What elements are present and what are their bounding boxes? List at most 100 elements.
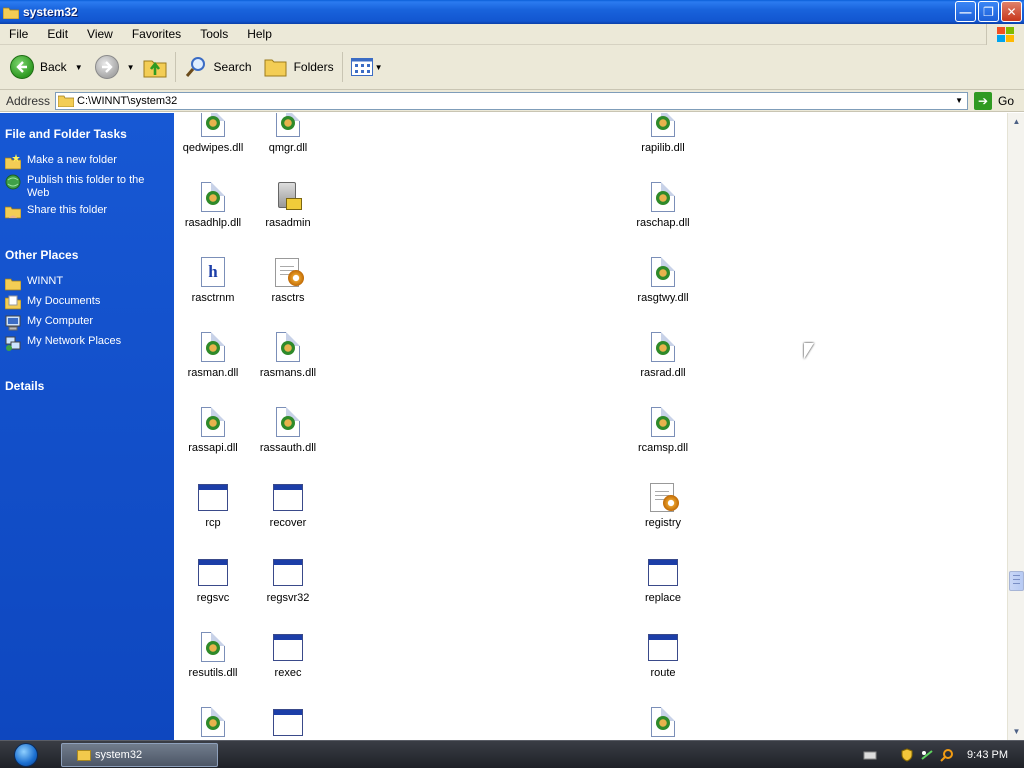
file-name: recover [269,517,307,529]
file-item[interactable]: replace [618,557,708,604]
exe-file-icon [272,557,304,589]
other-places-header[interactable]: Other Places [5,248,78,262]
file-item[interactable]: registry [618,482,708,529]
place-label: My Computer [27,315,94,327]
file-name: rexec [274,667,302,679]
dll-file-icon [272,407,304,439]
go-button[interactable]: ➔ Go [974,91,1015,110]
dll-file-icon [197,632,229,664]
up-folder-button[interactable] [139,51,171,83]
menu-bar: File Edit View Favorites Tools Help [0,24,1024,45]
file-item[interactable]: rasrad.dll [618,332,708,379]
folder-icon [77,749,91,761]
file-item[interactable]: RpcNPA.dll [618,707,708,740]
views-dropdown-icon[interactable]: ▼ [375,63,383,72]
dll-file-icon [197,182,229,214]
start-button[interactable] [6,742,46,768]
task-share-folder[interactable]: Share this folder [5,204,167,220]
minimize-button[interactable]: — [955,1,976,22]
file-item[interactable]: route [618,632,708,679]
file-item[interactable]: rasgtwy.dll [618,257,708,304]
file-list[interactable]: qedwipes.dll rasadhlp.dll h rasctrnm rasman.… [174,113,1007,740]
my-documents-icon [5,295,21,310]
scroll-thumb[interactable] [1009,571,1024,591]
file-item[interactable]: rasctrs [243,257,333,304]
file-item[interactable]: rapilib.dll [618,113,708,154]
place-my-network[interactable]: My Network Places [5,335,167,351]
toolbar-separator [341,52,343,82]
file-item[interactable]: recover [243,482,333,529]
file-item[interactable]: rexec [243,632,333,679]
task-make-new-folder[interactable]: Make a new folder [5,154,167,170]
vertical-scrollbar[interactable]: ▲ ▼ [1007,113,1024,740]
menu-favorites[interactable]: Favorites [122,27,190,41]
address-input[interactable]: C:\WINNT\system32 ▼ [55,91,969,110]
file-name: route [650,667,676,679]
menu-file[interactable]: File [0,27,37,41]
maximize-button[interactable]: ❐ [978,1,999,22]
file-item[interactable]: rasmans.dll [243,332,333,379]
place-my-documents[interactable]: My Documents [5,295,167,311]
dll-file-icon [647,182,679,214]
dll-file-icon [647,407,679,439]
security-shield-icon[interactable] [900,747,914,762]
place-winnt[interactable]: WINNT [5,275,167,291]
folders-label: Folders [293,60,334,74]
place-label: My Documents [27,295,101,307]
menu-view[interactable]: View [77,27,122,41]
admin-file-icon [272,182,304,214]
file-item[interactable]: raschap.dll [618,182,708,229]
file-item[interactable]: rasadmin [243,182,333,229]
menu-help[interactable]: Help [237,27,281,41]
system-tray: 9:43 PM [860,741,1024,768]
file-name: regsvr32 [266,592,310,604]
start-orb-icon [14,743,38,767]
close-button[interactable]: ✕ [1001,1,1022,22]
address-value: C:\WINNT\system32 [77,94,178,107]
menu-tools[interactable]: Tools [190,27,237,41]
folder-icon [5,278,21,291]
search-tray-icon[interactable] [940,748,954,762]
exe-file-icon [272,632,304,664]
back-button[interactable]: Back ▼ [6,51,87,83]
network-places-icon [5,336,21,351]
scroll-up-arrow[interactable]: ▲ [1010,115,1023,128]
file-name: rasctrs [271,292,305,304]
file-name: rasgtwy.dll [637,292,689,304]
file-item[interactable]: qmgr.dll [243,113,333,154]
folders-icon [264,59,287,77]
share-folder-icon [5,206,21,219]
back-dropdown-icon[interactable]: ▼ [75,63,83,72]
clock[interactable]: 9:43 PM [967,749,1008,761]
taskbar-window-button[interactable]: system32 [61,743,218,767]
exe-file-icon [197,557,229,589]
title-bar[interactable]: system32 — ❐ ✕ [0,0,1024,24]
network-icon[interactable] [920,748,934,762]
dll-file-icon [647,707,679,739]
views-button[interactable]: ▼ [347,51,387,83]
search-button[interactable]: Search [180,51,256,83]
file-name: registry [644,517,682,529]
file-item[interactable]: rcamsp.dll [618,407,708,454]
file-folder-tasks-header[interactable]: File and Folder Tasks [5,127,127,141]
views-icon [350,58,373,76]
file-item[interactable]: regsvr32 [243,557,333,604]
go-label: Go [998,93,1015,108]
forward-button[interactable]: ▼ [91,51,139,83]
dll-file-icon [272,113,304,139]
details-header[interactable]: Details [5,379,44,393]
file-item[interactable]: rassauth.dll [243,407,333,454]
address-dropdown-icon[interactable]: ▼ [951,93,967,109]
scroll-down-arrow[interactable]: ▼ [1010,725,1023,738]
file-item[interactable]: routemon [243,707,333,740]
forward-dropdown-icon[interactable]: ▼ [127,63,135,72]
file-name: rasrad.dll [640,367,686,379]
place-label: My Network Places [27,335,122,347]
task-publish-folder[interactable]: Publish this folder to the Web [5,174,167,200]
keyboard-icon[interactable] [863,748,877,762]
folders-button[interactable]: Folders [260,51,338,83]
my-computer-icon [5,315,21,331]
file-name: qmgr.dll [268,142,308,154]
menu-edit[interactable]: Edit [37,27,77,41]
place-my-computer[interactable]: My Computer [5,315,167,331]
